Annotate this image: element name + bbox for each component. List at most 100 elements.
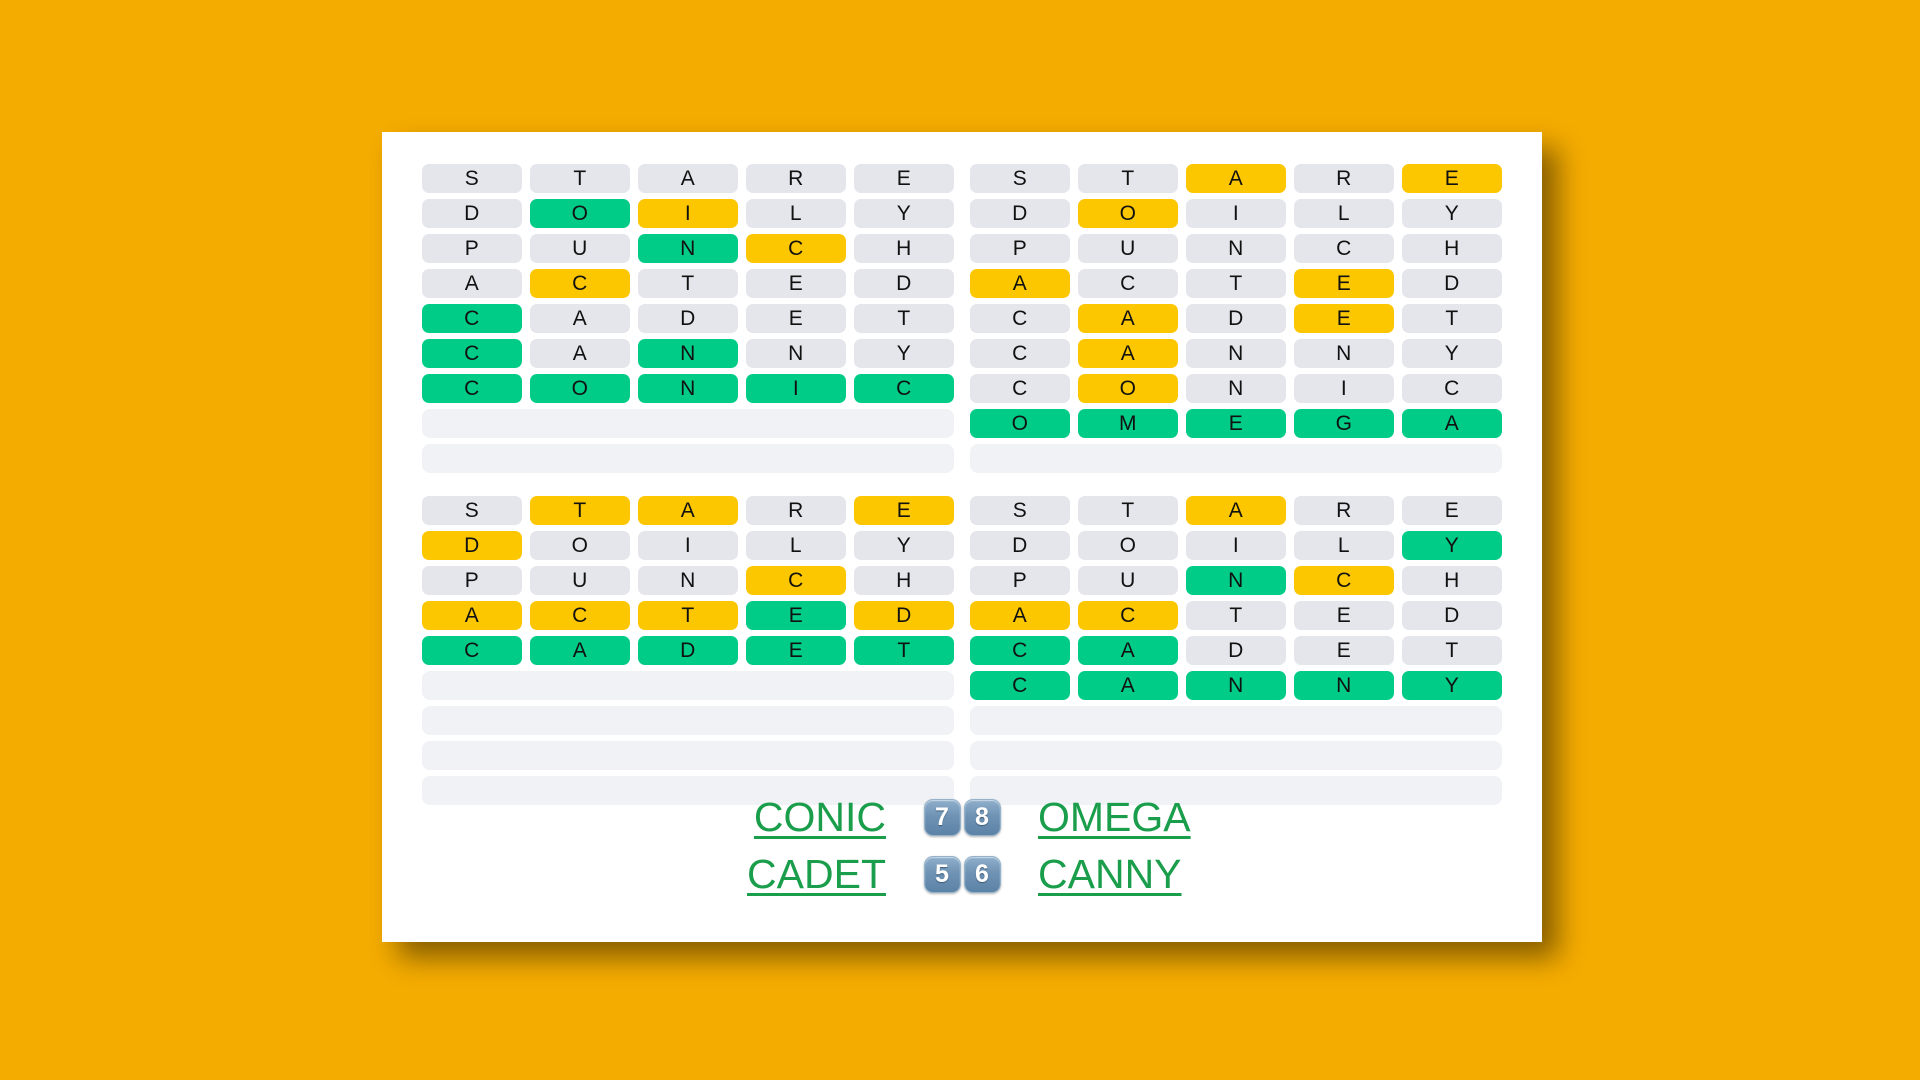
answer-word-link-right[interactable]: CANNY [1038, 851, 1208, 898]
letter-tile-absent: T [1402, 636, 1502, 665]
letter-tile-present: A [638, 496, 738, 525]
letter-tile-absent: D [1186, 636, 1286, 665]
letter-tile-correct: E [1186, 409, 1286, 438]
letter-tile-present: T [638, 601, 738, 630]
letter-tile-absent: N [1294, 339, 1394, 368]
letter-tile-absent: E [1294, 601, 1394, 630]
letter-tile-correct: D [638, 636, 738, 665]
letter-tile-absent: Y [854, 199, 954, 228]
letter-tile-present: A [1078, 304, 1178, 333]
letter-tile-absent: S [422, 164, 522, 193]
empty-guess-row [422, 706, 954, 735]
letter-tile-absent: E [1402, 496, 1502, 525]
letter-tile-absent: N [1186, 339, 1286, 368]
letter-tile-absent: A [530, 304, 630, 333]
letter-tile-correct: A [1078, 671, 1178, 700]
letter-tile-absent: H [854, 234, 954, 263]
letter-tile-absent: A [530, 339, 630, 368]
letter-tile-absent: D [1186, 304, 1286, 333]
letter-tile-absent: N [1186, 234, 1286, 263]
quordle-answer-card: STAREDOILYPUNCHACTEDCADETCANNYCONICSTARE… [382, 132, 1542, 942]
letter-tile-absent: C [1294, 234, 1394, 263]
answer-word-link-right[interactable]: OMEGA [1038, 794, 1208, 841]
letter-tile-present: I [638, 199, 738, 228]
number-badge: 6 [963, 856, 1001, 893]
letter-tile-absent: D [854, 269, 954, 298]
letter-tile-absent: E [854, 164, 954, 193]
empty-guess-row [422, 741, 954, 770]
empty-guess-row [422, 409, 954, 438]
guess-row: STARE [422, 496, 954, 525]
guess-row: STARE [970, 496, 1502, 525]
quadrant-bottom-left: STAREDOILYPUNCHACTEDCADET [422, 473, 954, 805]
letter-tile-absent: D [422, 199, 522, 228]
letter-tile-absent: C [1402, 374, 1502, 403]
letter-tile-correct: C [970, 671, 1070, 700]
letter-tile-correct: C [854, 374, 954, 403]
guess-row: DOILY [970, 199, 1502, 228]
letter-tile-present: T [530, 496, 630, 525]
letter-tile-correct: A [1078, 636, 1178, 665]
letter-tile-absent: A [422, 269, 522, 298]
letter-tile-correct: E [746, 636, 846, 665]
letter-tile-absent: O [1078, 531, 1178, 560]
letter-tile-absent: U [530, 234, 630, 263]
letter-tile-correct: O [970, 409, 1070, 438]
empty-guess-row [422, 444, 954, 473]
letter-tile-present: C [530, 269, 630, 298]
answer-line: CONIC 7 8 OMEGA [716, 794, 1208, 841]
letter-tile-present: A [1186, 164, 1286, 193]
letter-tile-correct: C [422, 339, 522, 368]
letter-tile-present: E [1294, 304, 1394, 333]
guess-row: PUNCH [422, 566, 954, 595]
guess-row: CADET [970, 304, 1502, 333]
letter-tile-absent: N [638, 566, 738, 595]
letter-tile-correct: I [746, 374, 846, 403]
letter-tile-present: C [1294, 566, 1394, 595]
letter-tile-absent: T [638, 269, 738, 298]
guess-row: CONIC [422, 374, 954, 403]
letter-tile-absent: I [638, 531, 738, 560]
letter-tile-correct: G [1294, 409, 1394, 438]
letter-tile-correct: N [1186, 671, 1286, 700]
letter-tile-absent: R [1294, 496, 1394, 525]
guess-row: CADET [422, 636, 954, 665]
letter-tile-present: A [970, 269, 1070, 298]
guess-row: CONIC [970, 374, 1502, 403]
letter-tile-absent: T [1186, 601, 1286, 630]
letter-tile-correct: E [746, 601, 846, 630]
guess-row: DOILY [970, 531, 1502, 560]
letter-tile-correct: N [638, 374, 738, 403]
letter-tile-absent: T [1078, 164, 1178, 193]
letter-tile-absent: D [970, 531, 1070, 560]
puzzle-number-badges: 78 [902, 799, 1022, 836]
letter-tile-absent: T [1078, 496, 1178, 525]
answer-word-link-left[interactable]: CONIC [716, 794, 886, 841]
letter-tile-absent: L [1294, 531, 1394, 560]
letter-tile-present: E [1294, 269, 1394, 298]
guess-row: CANNY [970, 671, 1502, 700]
answer-word-link-left[interactable]: CADET [716, 851, 886, 898]
letter-tile-correct: C [970, 636, 1070, 665]
number-badge: 5 [923, 856, 961, 893]
letter-tile-present: O [1078, 374, 1178, 403]
letter-tile-present: C [1078, 601, 1178, 630]
letter-tile-absent: A [638, 164, 738, 193]
guess-row: PUNCH [970, 234, 1502, 263]
guess-row: PUNCH [970, 566, 1502, 595]
letter-tile-absent: N [746, 339, 846, 368]
letter-tile-absent: D [1402, 601, 1502, 630]
letter-tile-correct: N [1186, 566, 1286, 595]
letter-tile-absent: D [1402, 269, 1502, 298]
letter-tile-absent: S [970, 164, 1070, 193]
letter-tile-absent: O [530, 531, 630, 560]
letter-tile-correct: N [638, 234, 738, 263]
letter-tile-present: C [746, 566, 846, 595]
letter-tile-absent: T [530, 164, 630, 193]
letter-tile-absent: E [746, 269, 846, 298]
letter-tile-absent: H [1402, 566, 1502, 595]
letter-tile-present: D [854, 601, 954, 630]
letter-tile-absent: U [1078, 566, 1178, 595]
letter-tile-absent: E [746, 304, 846, 333]
letter-tile-absent: I [1186, 531, 1286, 560]
